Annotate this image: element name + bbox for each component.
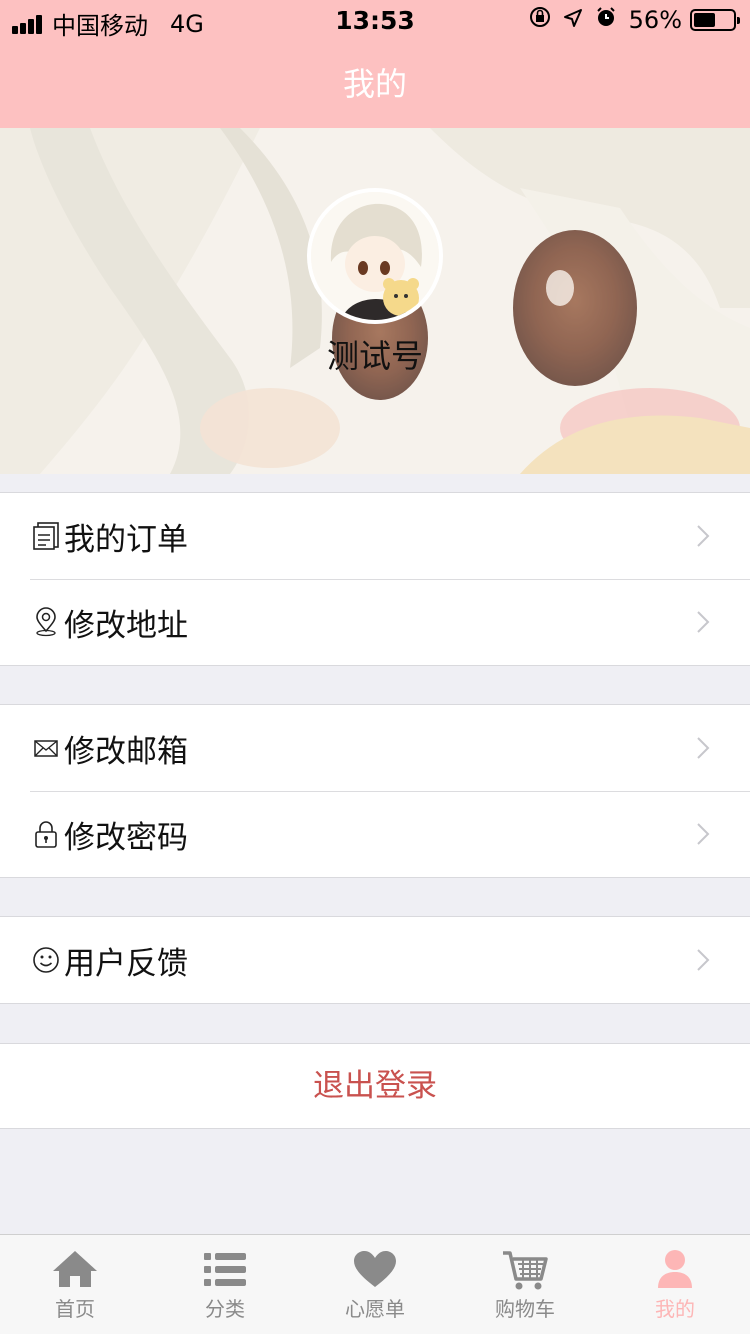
home-icon: [53, 1251, 97, 1287]
lock-icon: [32, 819, 60, 849]
chevron-right-icon: [697, 823, 710, 845]
tab-home[interactable]: 首页: [0, 1235, 150, 1334]
tab-label: 购物车: [495, 1297, 555, 1321]
heart-icon: [354, 1251, 396, 1287]
tab-label: 心愿单: [345, 1297, 405, 1321]
tab-label: 我的: [655, 1297, 695, 1321]
tab-wishlist[interactable]: 心愿单: [300, 1235, 450, 1334]
menu-group-1: 我的订单 修改地址: [0, 492, 750, 666]
mail-icon: [32, 733, 60, 763]
list-icon: [204, 1253, 246, 1286]
menu-item-password[interactable]: 修改密码: [0, 791, 750, 877]
battery-fill: [694, 13, 716, 27]
tab-bar: 首页 分类 心愿单 购物车 我的: [0, 1234, 750, 1334]
cart-icon: [503, 1251, 548, 1290]
battery-percent: 56%: [628, 6, 682, 34]
tab-cart[interactable]: 购物车: [450, 1235, 600, 1334]
tab-category[interactable]: 分类: [150, 1235, 300, 1334]
menu-item-label: 我的订单: [64, 521, 188, 558]
chevron-right-icon: [697, 737, 710, 759]
header: 中国移动 4G 13:53 56% 我的: [0, 0, 750, 128]
menu-item-feedback[interactable]: 用户反馈: [0, 917, 750, 1003]
user-icon: [658, 1250, 692, 1288]
menu-item-label: 修改密码: [64, 819, 188, 856]
menu-item-label: 修改地址: [64, 607, 188, 644]
menu-item-label: 用户反馈: [64, 945, 188, 982]
location-arrow-icon: [563, 6, 583, 34]
avatar-image: [311, 192, 439, 320]
profile-header: 测试号: [0, 128, 750, 474]
tab-mine[interactable]: 我的: [600, 1235, 750, 1334]
tab-label: 分类: [205, 1297, 245, 1321]
rotation-lock-icon: [529, 6, 551, 34]
menu-group-2: 修改邮箱 修改密码: [0, 704, 750, 878]
avatar[interactable]: [307, 188, 443, 324]
order-icon: [32, 521, 60, 551]
chevron-right-icon: [697, 611, 710, 633]
username: 测试号: [326, 337, 423, 375]
battery-icon: [690, 9, 740, 31]
location-pin-icon: [32, 607, 60, 637]
menu-item-orders[interactable]: 我的订单: [0, 493, 750, 579]
alarm-icon: [595, 6, 617, 34]
chevron-right-icon: [697, 949, 710, 971]
status-bar: 中国移动 4G 13:53 56%: [0, 0, 750, 40]
menu-item-label: 修改邮箱: [64, 733, 188, 770]
menu-group-3: 用户反馈: [0, 916, 750, 1004]
tab-label: 首页: [55, 1297, 95, 1321]
smiley-icon: [32, 945, 60, 975]
page-title: 我的: [342, 65, 407, 103]
menu-item-email[interactable]: 修改邮箱: [0, 705, 750, 791]
chevron-right-icon: [697, 525, 710, 547]
logout-button[interactable]: 退出登录: [0, 1043, 750, 1129]
menu-item-address[interactable]: 修改地址: [0, 579, 750, 665]
